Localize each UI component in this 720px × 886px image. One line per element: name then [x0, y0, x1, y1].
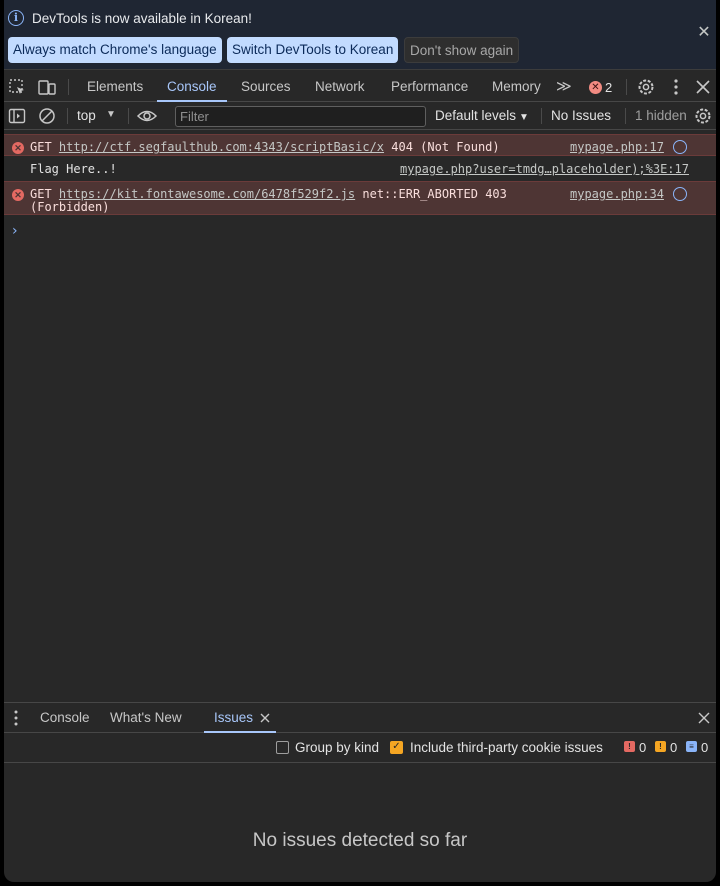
- warning-issues-count: 0: [670, 740, 678, 755]
- drawer-tab-whats-new[interactable]: What's New: [110, 703, 182, 733]
- source-link[interactable]: mypage.php:34: [570, 187, 664, 201]
- tab-memory[interactable]: Memory: [492, 72, 541, 102]
- infobar-message: DevTools is now available in Korean!: [32, 11, 252, 26]
- close-icon[interactable]: ✕: [696, 22, 712, 42]
- console-error-message: ✕ GET http://ctf.segfaulthub.com:4343/sc…: [4, 134, 716, 156]
- console-log-message: Flag Here..! mypage.php?user=tmdg…placeh…: [30, 162, 689, 176]
- context-selector[interactable]: top: [77, 108, 96, 123]
- info-icon: i: [8, 10, 24, 26]
- request-url-link[interactable]: https://kit.fontawesome.com/6478f529f2.j…: [59, 187, 355, 201]
- error-icon: ✕: [12, 142, 24, 154]
- third-party-label: Include third-party cookie issues: [410, 740, 603, 755]
- issue-error-icon: !: [624, 741, 635, 752]
- language-infobar: i DevTools is now available in Korean! A…: [4, 0, 716, 70]
- switch-korean-button[interactable]: Switch DevTools to Korean: [227, 37, 399, 63]
- tab-network[interactable]: Network: [315, 72, 365, 102]
- divider: [625, 108, 626, 124]
- divider: [67, 108, 68, 124]
- error-issues-count: 0: [639, 740, 647, 755]
- chevron-down-icon: ▼: [106, 109, 116, 120]
- device-toolbar-icon[interactable]: [37, 77, 57, 97]
- inspect-element-icon[interactable]: [7, 77, 27, 97]
- request-url-link[interactable]: http://ctf.segfaulthub.com:4343/scriptBa…: [59, 140, 384, 154]
- tab-console[interactable]: Console: [157, 72, 227, 102]
- tab-sources[interactable]: Sources: [241, 72, 291, 102]
- group-by-kind-label: Group by kind: [295, 740, 380, 755]
- issues-empty-message: No issues detected so far: [252, 830, 468, 851]
- filter-input[interactable]: Filter: [175, 106, 426, 127]
- source-link[interactable]: mypage.php?user=tmdg…placeholder);%3E:17: [400, 162, 689, 176]
- error-icon: ✕: [12, 189, 24, 201]
- issues-counter[interactable]: No Issues: [551, 108, 611, 123]
- more-options-icon[interactable]: [666, 77, 686, 97]
- main-tabbar: Elements Console Sources Network Perform…: [4, 72, 716, 102]
- error-icon: ✕: [589, 81, 602, 95]
- live-expression-eye-icon[interactable]: [136, 106, 158, 126]
- tab-elements[interactable]: Elements: [87, 72, 143, 102]
- clear-console-icon[interactable]: [37, 106, 57, 126]
- close-devtools-icon[interactable]: [693, 77, 713, 97]
- drawer-tabbar: Console What's New Issues: [4, 702, 716, 733]
- third-party-checkbox[interactable]: ✓: [390, 741, 403, 754]
- divider: [68, 79, 69, 95]
- divider: [541, 108, 542, 124]
- more-tabs-icon[interactable]: ≫: [556, 72, 572, 102]
- hidden-messages-count: 1 hidden: [635, 108, 687, 123]
- log-levels-dropdown[interactable]: Default levels ▼: [435, 108, 529, 123]
- group-by-kind-checkbox[interactable]: [276, 741, 289, 754]
- drawer-menu-icon[interactable]: [6, 708, 26, 728]
- error-count-badge[interactable]: ✕ 2: [589, 79, 612, 95]
- sidebar-toggle-icon[interactable]: [7, 106, 27, 126]
- dont-show-again-button[interactable]: Don't show again: [404, 37, 520, 63]
- close-drawer-icon[interactable]: [697, 711, 711, 725]
- console-prompt-icon[interactable]: ›: [12, 223, 18, 239]
- console-toolbar: top ▼ Filter Default levels ▼ No Issues 1…: [4, 102, 716, 130]
- network-request-icon[interactable]: [673, 187, 687, 201]
- drawer-tab-console[interactable]: Console: [40, 703, 90, 733]
- divider: [128, 108, 129, 124]
- devtools-window: i DevTools is now available in Korean! A…: [4, 0, 716, 882]
- network-request-icon[interactable]: [673, 140, 687, 154]
- close-tab-icon[interactable]: [259, 712, 271, 724]
- settings-gear-icon[interactable]: [636, 77, 656, 97]
- console-settings-gear-icon[interactable]: [693, 106, 713, 126]
- console-error-message: ✕ GET https://kit.fontawesome.com/6478f5…: [4, 181, 716, 215]
- console-output: ✕ GET http://ctf.segfaulthub.com:4343/sc…: [4, 131, 716, 702]
- chevron-down-icon: ▼: [519, 112, 529, 123]
- match-language-button[interactable]: Always match Chrome's language: [8, 37, 222, 63]
- info-issues-count: 0: [701, 740, 709, 755]
- divider: [626, 79, 627, 95]
- source-link[interactable]: mypage.php:17: [570, 140, 664, 154]
- issues-toolbar: Group by kind ✓ Include third-party cook…: [4, 733, 716, 763]
- tab-performance[interactable]: Performance: [391, 72, 468, 102]
- issue-info-icon: ≡: [686, 741, 697, 752]
- issue-warning-icon: !: [655, 741, 666, 752]
